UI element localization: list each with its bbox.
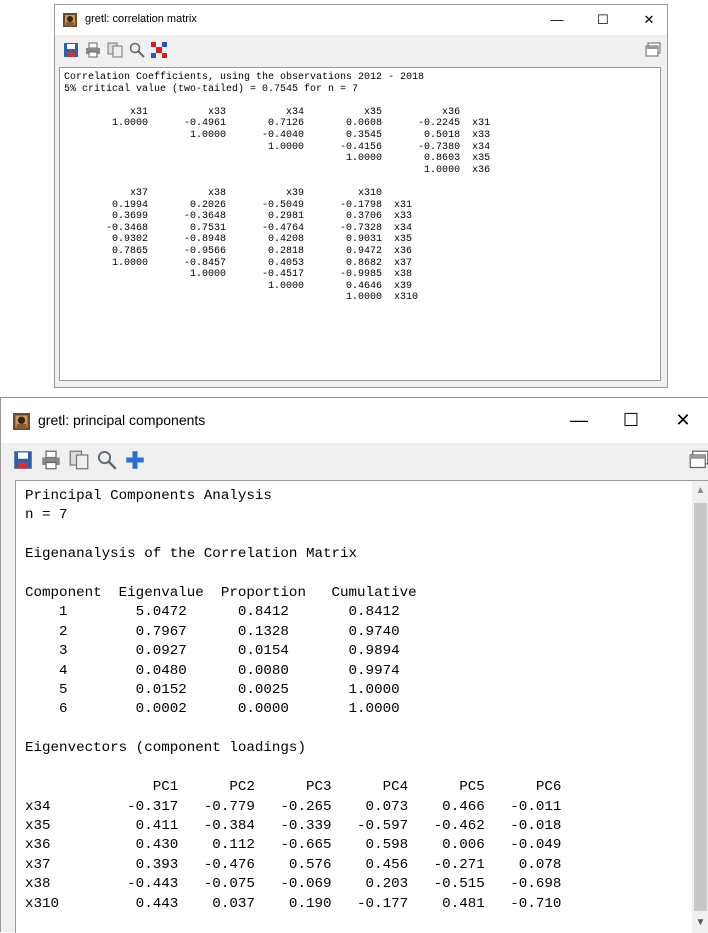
save-icon[interactable] bbox=[63, 42, 79, 58]
stack-windows-icon[interactable] bbox=[689, 450, 708, 470]
scrollbar-thumb[interactable] bbox=[694, 503, 707, 911]
minimize-button[interactable]: — bbox=[535, 5, 579, 35]
copy-icon[interactable] bbox=[107, 42, 123, 58]
correlation-output-text[interactable]: Correlation Coefficients, using the obse… bbox=[59, 67, 661, 381]
save-icon[interactable] bbox=[13, 450, 33, 470]
vertical-scrollbar[interactable]: ▲ ▼ bbox=[692, 481, 708, 933]
print-icon[interactable] bbox=[41, 450, 61, 470]
window-title: gretl: correlation matrix bbox=[85, 13, 197, 25]
window-title: gretl: principal components bbox=[38, 412, 206, 428]
correlation-text: Correlation Coefficients, using the obse… bbox=[64, 72, 491, 304]
close-button[interactable]: ✕ bbox=[627, 5, 671, 35]
minimize-button[interactable]: — bbox=[553, 398, 605, 443]
stack-windows-icon[interactable] bbox=[645, 42, 661, 58]
copy-icon[interactable] bbox=[69, 450, 89, 470]
pca-text: Principal Components Analysis n = 7 Eige… bbox=[25, 488, 562, 912]
gretl-app-icon bbox=[63, 13, 77, 27]
correlation-toolbar bbox=[55, 35, 667, 65]
print-icon[interactable] bbox=[85, 42, 101, 58]
find-icon[interactable] bbox=[97, 450, 117, 470]
maximize-button[interactable]: ☐ bbox=[605, 398, 657, 443]
correlation-matrix-window: gretl: correlation matrix — ☐ ✕ Correlat… bbox=[54, 4, 668, 388]
find-icon[interactable] bbox=[129, 42, 145, 58]
gretl-app-icon bbox=[13, 413, 30, 430]
add-icon[interactable] bbox=[125, 450, 145, 470]
pca-output-text[interactable]: Principal Components Analysis n = 7 Eige… bbox=[15, 480, 708, 933]
heatmap-icon[interactable] bbox=[151, 42, 167, 58]
scroll-up-arrow-icon[interactable]: ▲ bbox=[692, 481, 708, 501]
maximize-button[interactable]: ☐ bbox=[581, 5, 625, 35]
close-button[interactable]: ✕ bbox=[657, 398, 708, 443]
pca-window-titlebar[interactable]: gretl: principal components — ☐ ✕ bbox=[1, 398, 708, 443]
scroll-down-arrow-icon[interactable]: ▼ bbox=[692, 913, 708, 933]
correlation-window-titlebar[interactable]: gretl: correlation matrix — ☐ ✕ bbox=[55, 5, 667, 35]
principal-components-window: gretl: principal components — ☐ ✕ Princi… bbox=[0, 397, 708, 933]
